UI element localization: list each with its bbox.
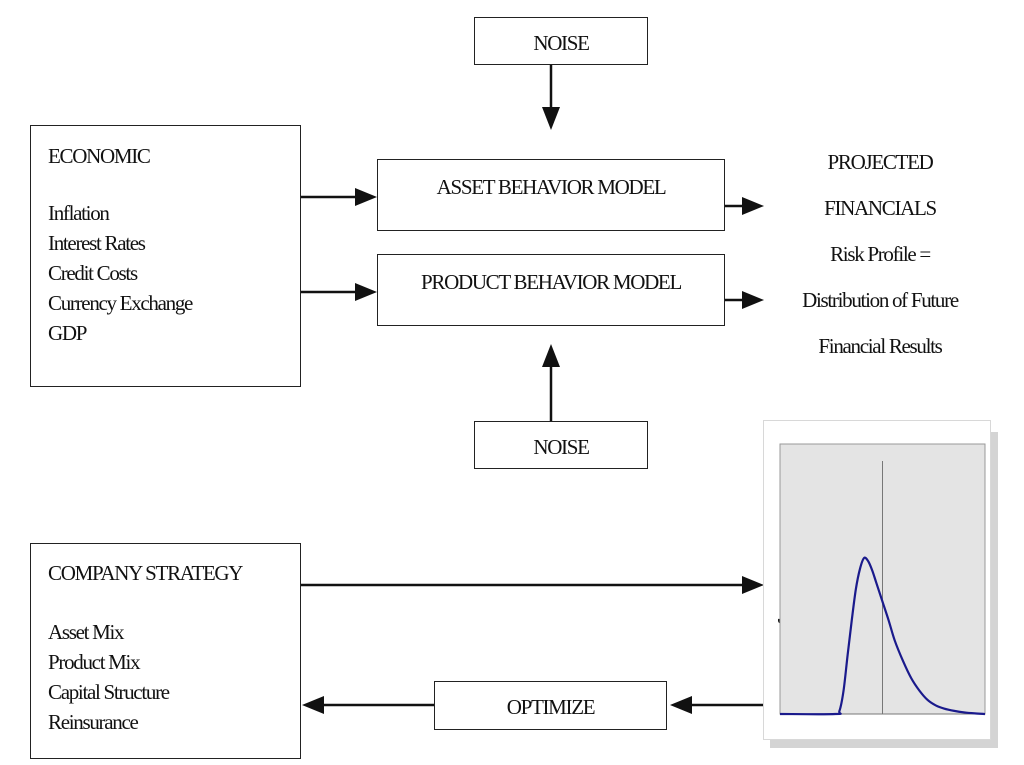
chart-shadow-right — [990, 432, 998, 748]
projected-line: Risk Profile = — [830, 242, 931, 266]
optimize-box: OPTIMIZE — [434, 681, 667, 730]
economic-items: Inflation Interest Rates Credit Costs Cu… — [48, 198, 193, 348]
product-behavior-model-box: PRODUCT BEHAVIOR MODEL — [377, 254, 725, 326]
arrowhead-left-icon — [302, 696, 324, 714]
noise-bottom-label: NOISE — [533, 435, 590, 459]
arrowhead-right-icon — [742, 197, 764, 215]
optimize-label: OPTIMIZE — [506, 695, 596, 719]
arrowhead-up-icon — [542, 344, 560, 367]
economic-item: GDP — [48, 321, 87, 345]
company-strategy-box: COMPANY STRATEGY Asset Mix Product Mix C… — [30, 543, 301, 759]
asset-behavior-model-box: ASSET BEHAVIOR MODEL — [377, 159, 725, 231]
noise-box-top: NOISE — [474, 17, 648, 65]
company-strategy-title: COMPANY STRATEGY — [48, 561, 243, 585]
economic-item: Currency Exchange — [48, 291, 193, 315]
noise-top-label: NOISE — [533, 31, 590, 55]
strategy-item: Capital Structure — [48, 680, 170, 704]
economic-box: ECONOMIC Inflation Interest Rates Credit… — [30, 125, 301, 387]
strategy-item: Asset Mix — [48, 620, 125, 644]
arrowhead-right-icon — [742, 291, 764, 309]
chart-ylabel: Probability — [778, 535, 798, 625]
projected-line: FINANCIALS — [824, 196, 937, 220]
projected-line: Financial Results — [818, 334, 942, 358]
noise-box-bottom: NOISE — [474, 421, 648, 469]
arrowhead-right-icon — [355, 283, 377, 301]
economic-item: Credit Costs — [48, 261, 138, 285]
economic-item: Inflation — [48, 201, 110, 225]
strategy-item: Product Mix — [48, 650, 141, 674]
strategy-item: Reinsurance — [48, 710, 139, 734]
economic-title: ECONOMIC — [48, 144, 151, 168]
projected-line: Distribution of Future — [802, 288, 959, 312]
arrowhead-left-icon — [670, 696, 692, 714]
projected-line: PROJECTED — [827, 150, 934, 174]
arrowhead-down-icon — [542, 107, 560, 130]
company-strategy-items: Asset Mix Product Mix Capital Structure … — [48, 617, 170, 737]
asset-behavior-model-label: ASSET BEHAVIOR MODEL — [436, 175, 667, 199]
economic-item: Interest Rates — [48, 231, 146, 255]
arrowhead-right-icon — [742, 576, 764, 594]
product-behavior-model-label: PRODUCT BEHAVIOR MODEL — [421, 270, 682, 294]
arrowhead-right-icon — [355, 188, 377, 206]
